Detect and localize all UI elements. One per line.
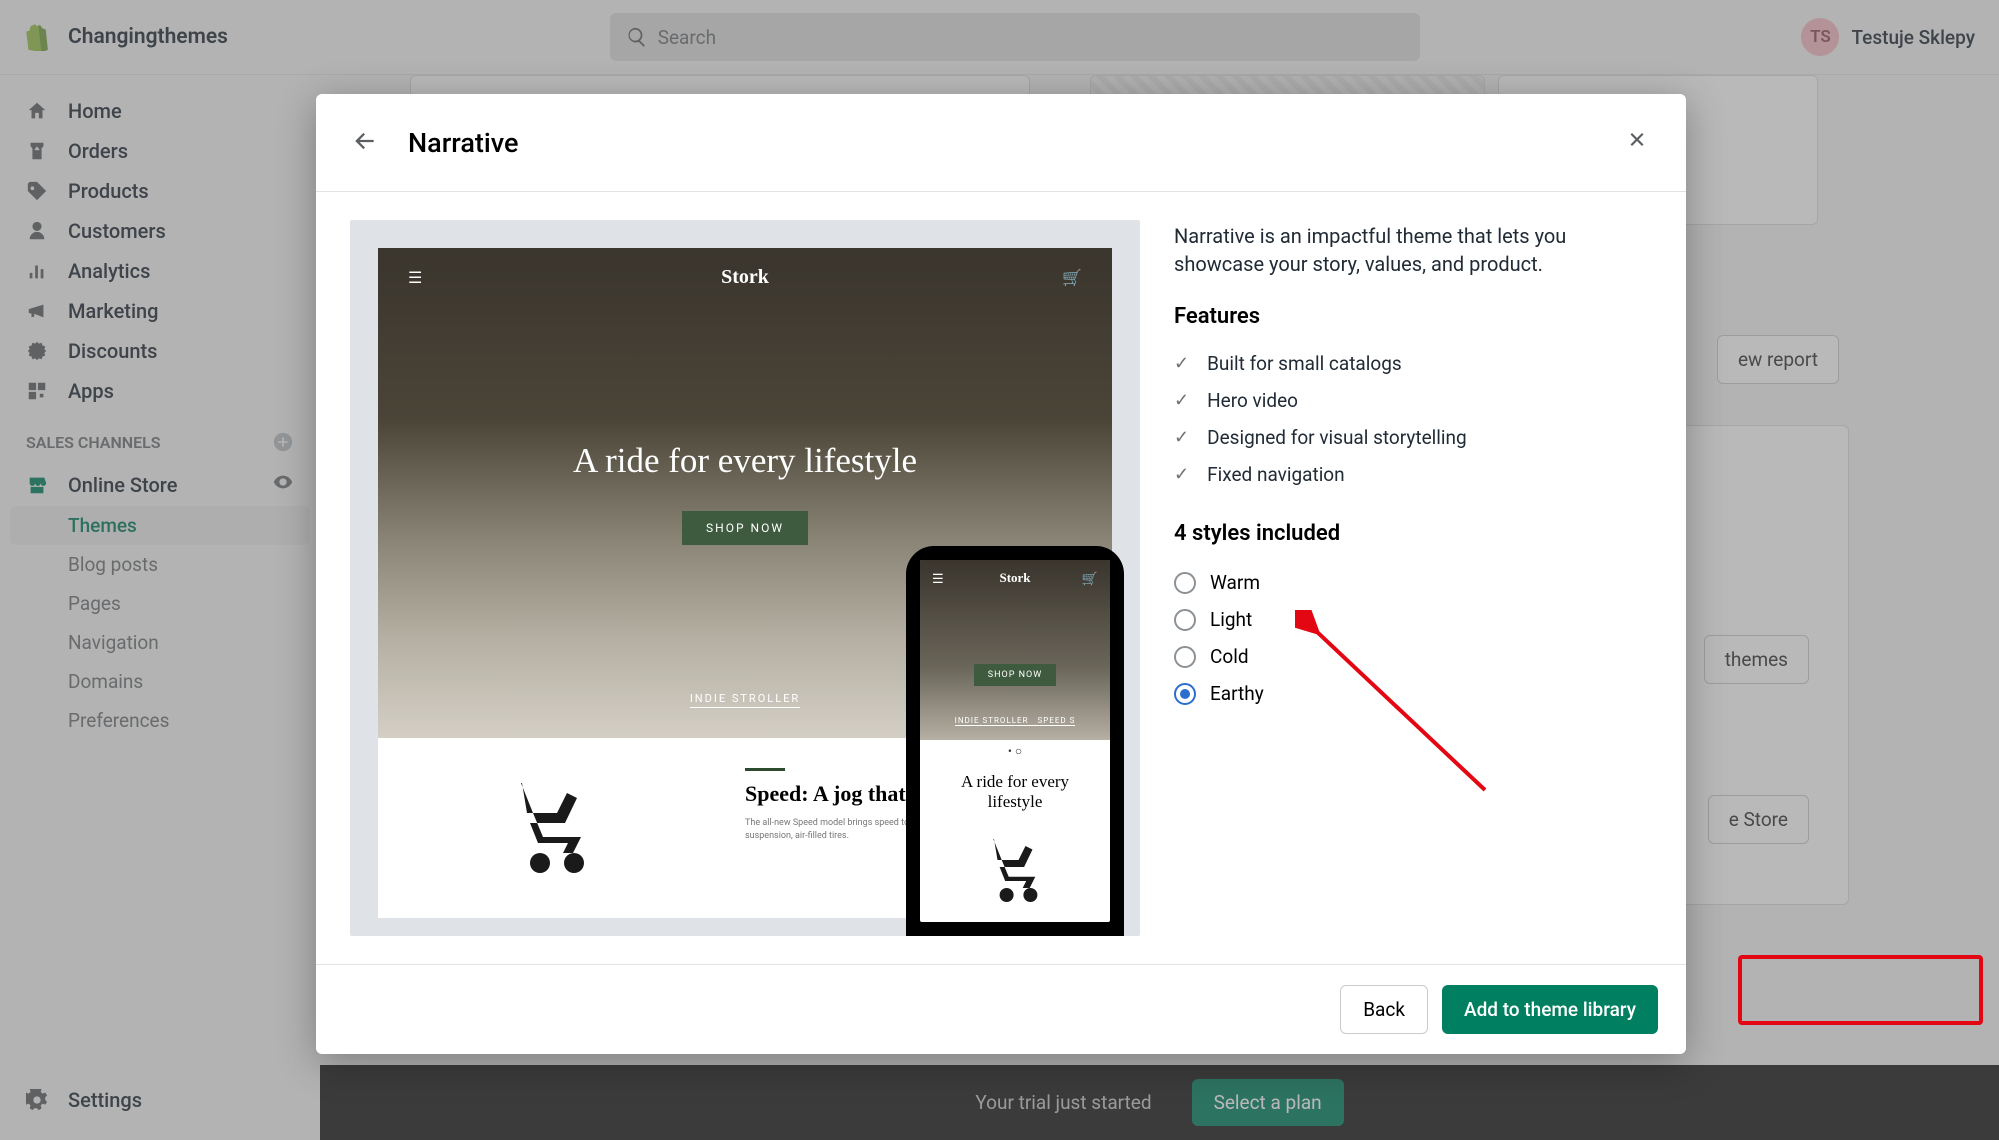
style-label: Warm <box>1210 571 1260 594</box>
feature-item: Designed for visual storytelling <box>1174 419 1652 456</box>
preview-hero-title: A ride for every lifestyle <box>573 441 917 481</box>
styles-heading: 4 styles included <box>1174 521 1652 546</box>
modal-header: Narrative <box>316 94 1686 192</box>
menu-icon: ☰ <box>932 572 944 587</box>
theme-description: Narrative is an impactful theme that let… <box>1174 222 1652 278</box>
preview-cta: SHOP NOW <box>682 511 808 545</box>
close-icon[interactable] <box>1624 128 1650 158</box>
mobile-preview: ☰ Stork 🛒 SHOP NOW INDIE STROLLER SPEED … <box>906 546 1124 936</box>
style-option-cold[interactable]: Cold <box>1174 638 1652 675</box>
preview-sub: INDIE STROLLER <box>690 692 800 708</box>
preview-cta-mobile: SHOP NOW <box>974 664 1056 686</box>
style-option-light[interactable]: Light <box>1174 601 1652 638</box>
style-label: Cold <box>1210 645 1249 668</box>
preview-title-mobile: A ride for every lifestyle <box>920 762 1110 822</box>
preview-brand-mobile: Stork <box>999 570 1030 586</box>
feature-item: Built for small catalogs <box>1174 345 1652 382</box>
feature-item: Fixed navigation <box>1174 456 1652 493</box>
cart-icon: 🛒 <box>1062 268 1082 287</box>
back-arrow-icon[interactable] <box>352 128 378 158</box>
modal-title: Narrative <box>408 127 518 159</box>
preview-brand: Stork <box>721 266 769 289</box>
back-button[interactable]: Back <box>1340 985 1428 1034</box>
modal-footer: Back Add to theme library <box>316 964 1686 1054</box>
feature-item: Hero video <box>1174 382 1652 419</box>
preview-sub-mobile: INDIE STROLLER SPEED S <box>955 716 1076 726</box>
stroller-icon <box>980 832 1050 909</box>
theme-details: Narrative is an impactful theme that let… <box>1174 220 1652 936</box>
features-heading: Features <box>1174 304 1652 329</box>
add-to-theme-library-button[interactable]: Add to theme library <box>1442 985 1658 1034</box>
theme-detail-modal: Narrative ☰ Stork 🛒 A ride for every lif… <box>316 94 1686 1054</box>
menu-icon: ☰ <box>408 268 422 287</box>
theme-preview: ☰ Stork 🛒 A ride for every lifestyle SHO… <box>350 220 1140 936</box>
stroller-icon <box>502 773 602 883</box>
style-label: Earthy <box>1210 682 1264 705</box>
style-option-warm[interactable]: Warm <box>1174 564 1652 601</box>
cart-icon: 🛒 <box>1082 572 1098 587</box>
style-option-earthy[interactable]: Earthy <box>1174 675 1652 712</box>
style-label: Light <box>1210 608 1252 631</box>
